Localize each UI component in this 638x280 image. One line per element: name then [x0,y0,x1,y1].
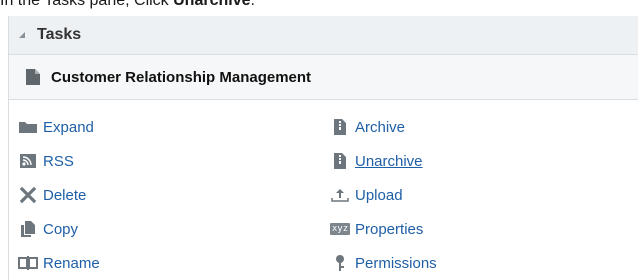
task-delete[interactable]: Delete [17,184,86,206]
tasks-pane-header: Tasks [9,16,638,55]
task-label: Rename [43,254,100,272]
task-label: Upload [355,186,403,204]
task-label: Delete [43,186,87,204]
instruction-prefix: In the Tasks pane, Click [0,0,174,9]
folder-icon [17,118,39,136]
group-title: Customer Relationship Management [51,68,312,86]
task-label: Expand [43,118,94,136]
task-rename[interactable]: Rename [17,252,100,274]
task-properties[interactable]: xyz Properties [329,218,423,240]
task-upload[interactable]: Upload [329,184,403,206]
collapse-triangle-icon[interactable] [19,32,25,38]
task-label: RSS [43,152,74,170]
permissions-icon [329,254,351,272]
unarchive-icon [329,152,351,170]
archive-icon [329,118,351,136]
properties-xyz-icon: xyz [329,220,351,238]
upload-icon [329,186,351,204]
task-rss[interactable]: RSS [17,150,74,172]
task-label: Unarchive [355,152,423,170]
instruction-text: In the Tasks pane, Click Unarchive. [0,0,255,9]
task-permissions[interactable]: Permissions [329,252,437,274]
task-label: Copy [43,220,79,238]
task-expand[interactable]: Expand [17,116,94,138]
rename-icon [17,254,39,272]
instruction-suffix: . [250,0,255,9]
task-unarchive[interactable]: Unarchive [329,150,423,172]
rss-icon [17,152,39,170]
instruction-action: Unarchive [173,0,251,9]
document-icon [25,68,41,86]
copy-icon [17,220,39,238]
task-archive[interactable]: Archive [329,116,405,138]
tasks-pane: Tasks Customer Relationship Management E… [8,16,638,280]
task-label: Properties [355,220,424,238]
task-label: Permissions [355,254,437,272]
task-group-header: Customer Relationship Management [9,55,638,100]
xyz-badge: xyz [329,223,351,235]
delete-x-icon [17,186,39,204]
pane-title: Tasks [37,26,82,43]
task-copy[interactable]: Copy [17,218,78,240]
task-label: Archive [355,118,406,136]
